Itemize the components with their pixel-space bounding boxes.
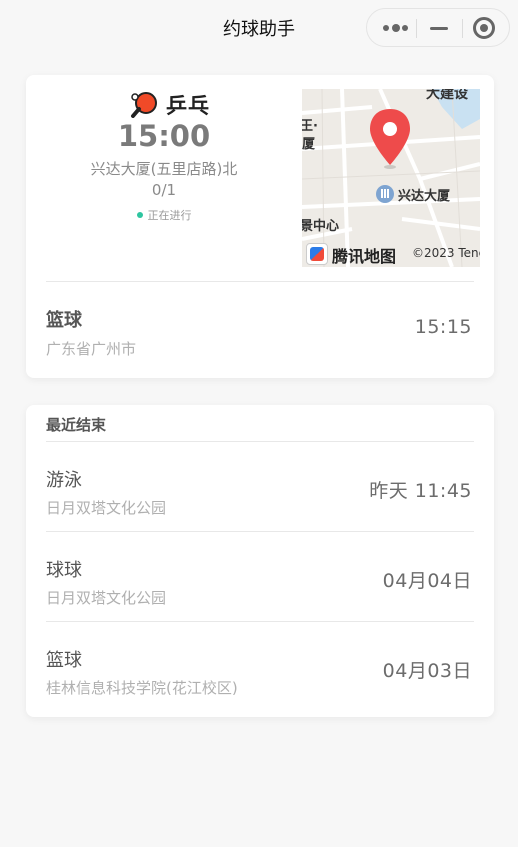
event-address: 兴达大厦(五里店路)北: [90, 160, 238, 178]
navigation-bar: 约球助手: [0, 0, 518, 56]
location-map[interactable]: 大建设 王· 厦 兴达大厦 景中心 腾讯地图 ©2023 Tenc: [302, 89, 480, 267]
event-time: 昨天 11:45: [369, 480, 472, 502]
map-label-xingda: 兴达大厦: [398, 189, 451, 204]
divider: [46, 531, 474, 532]
capsule-divider: [416, 19, 417, 38]
event-title: 球球: [46, 560, 82, 581]
section-title: 最近结束: [46, 416, 107, 434]
current-event-info: 乒乓 15:00 兴达大厦(五里店路)北 0/1 正在进行: [26, 75, 302, 275]
participant-count: 0/1: [151, 181, 177, 199]
event-time: 04月04日: [382, 570, 472, 592]
event-time: 04月03日: [382, 660, 472, 682]
status-badge: 正在进行: [26, 207, 302, 223]
status-text: 正在进行: [147, 209, 192, 222]
upcoming-event-time: 15:15: [414, 316, 472, 338]
tencent-map-logo-icon: [306, 243, 328, 265]
map-roads: [302, 89, 480, 267]
sport-name: 乒乓: [166, 94, 210, 118]
minimize-icon[interactable]: [430, 27, 448, 30]
map-label-left: 王·: [302, 119, 318, 134]
building-icon: [376, 185, 394, 203]
sport-line: 乒乓: [26, 90, 302, 118]
ping-pong-paddle-icon: [131, 92, 157, 118]
divider: [46, 621, 474, 622]
map-label-building: 厦: [302, 137, 316, 152]
capsule-divider: [462, 19, 463, 38]
recent-ended-card: 最近结束 游泳 日月双塔文化公园 昨天 11:45 球球 日月双塔文化公园 04…: [26, 405, 494, 717]
divider: [46, 281, 474, 282]
event-title: 篮球: [46, 650, 82, 671]
event-start-time: 15:00: [117, 119, 211, 153]
event-location: 桂林信息科技学院(花江校区): [46, 679, 238, 697]
map-label-top: 大建设: [426, 89, 468, 102]
more-dots-icon[interactable]: [383, 22, 408, 34]
event-location: 日月双塔文化公园: [46, 499, 167, 517]
current-event-card[interactable]: 乒乓 15:00 兴达大厦(五里店路)北 0/1 正在进行 大建设 王· 厦 兴…: [26, 75, 494, 378]
map-label-center: 景中心: [302, 219, 340, 234]
upcoming-event-location: 广东省广州市: [46, 340, 137, 358]
status-dot-icon: [136, 212, 143, 218]
event-title: 游泳: [46, 470, 82, 491]
upcoming-event-title: 篮球: [46, 310, 82, 331]
map-copyright: ©2023 Tenc: [412, 246, 480, 260]
divider: [46, 441, 474, 442]
event-location: 日月双塔文化公园: [46, 589, 167, 607]
target-close-icon[interactable]: [473, 17, 495, 39]
mini-program-capsule: [366, 8, 510, 47]
